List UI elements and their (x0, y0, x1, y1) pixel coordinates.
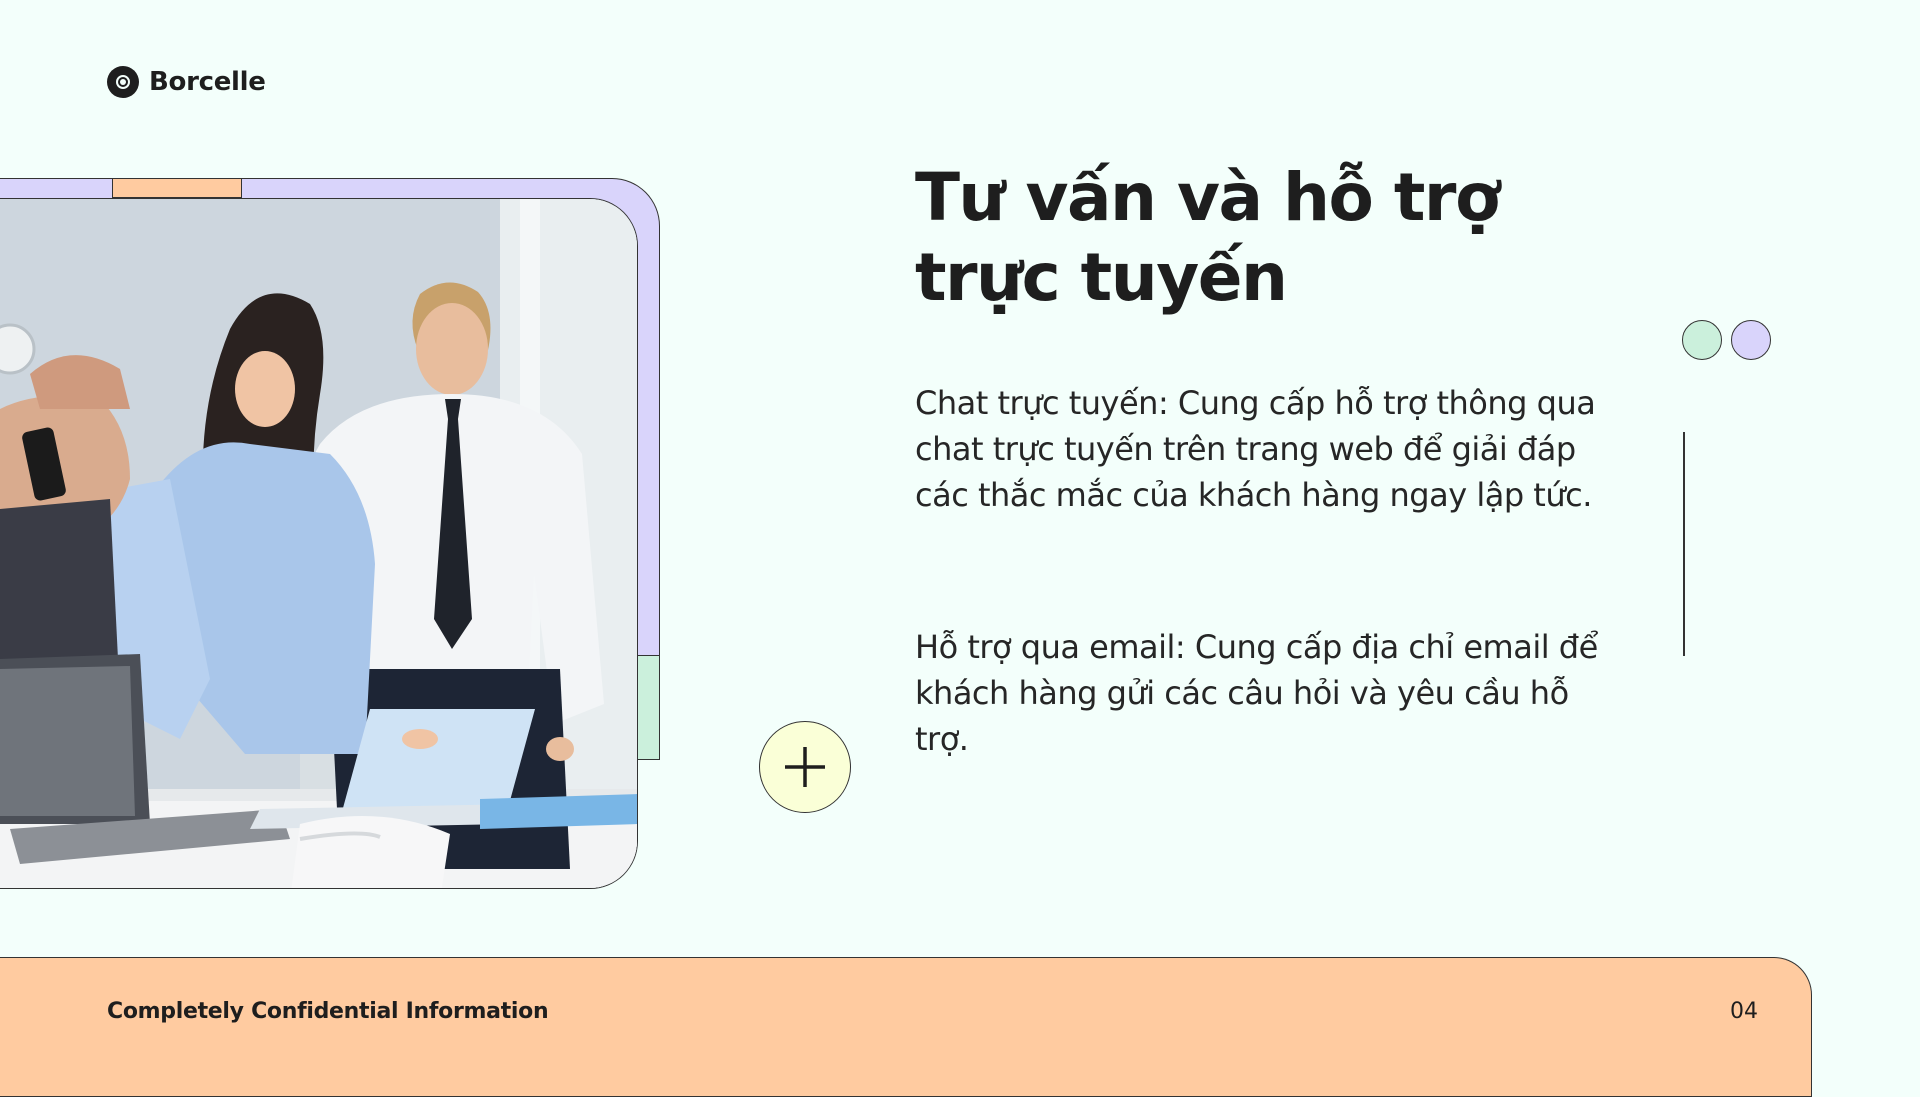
photo-frame-orange-strip (112, 178, 242, 198)
body-paragraph-email: Hỗ trợ qua email: Cung cấp địa chỉ email… (915, 628, 1598, 758)
decor-divider-line (1683, 432, 1685, 656)
brand-name: Borcelle (149, 67, 266, 97)
slide-title: Tư vấn và hỗ trợ trực tuyến (915, 159, 1500, 316)
office-team-photo (0, 198, 638, 889)
footer-bar (0, 957, 1812, 1097)
add-button[interactable] (759, 721, 851, 813)
decor-dot-green (1682, 320, 1722, 360)
brand-logo: Borcelle (107, 66, 266, 98)
page-number: 04 (1730, 999, 1758, 1024)
footer-text: Completely Confidential Information (107, 999, 549, 1024)
target-logo-icon (107, 66, 139, 98)
decor-dot-lavender (1731, 320, 1771, 360)
office-team-illustration (0, 199, 637, 888)
plus-icon (785, 747, 825, 787)
body-paragraph-chat: Chat trực tuyến: Cung cấp hỗ trợ thông q… (915, 384, 1596, 514)
